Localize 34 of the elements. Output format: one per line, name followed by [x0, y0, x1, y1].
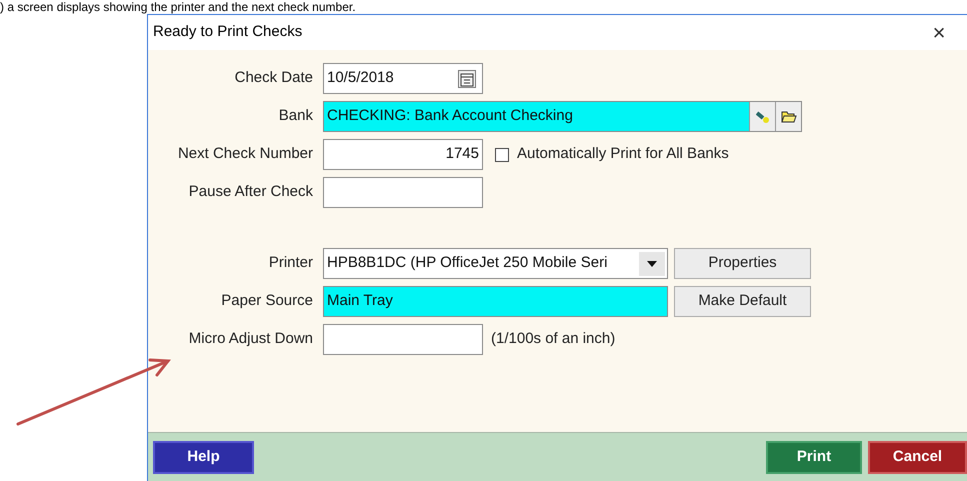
caret-icon[interactable] — [639, 252, 665, 276]
field-value: 1745 — [444, 144, 480, 164]
push-button[interactable]: Properties — [674, 248, 811, 279]
field-label: Printer — [268, 253, 314, 274]
input-field[interactable]: Main Tray — [323, 286, 668, 317]
field-value: CHECKING: Bank Account Checking — [326, 106, 574, 126]
field-label: Pause After Check — [188, 182, 314, 202]
input-field[interactable] — [323, 324, 483, 355]
field-label: Paper Source — [220, 291, 314, 312]
printer-dropdown[interactable]: HPB8B1DC (HP OfficeJet 250 Mobile Seri — [323, 248, 668, 279]
cancel-button[interactable]: Cancel — [868, 440, 967, 474]
close-button[interactable]: × — [927, 22, 951, 44]
flashlight-icon[interactable] — [749, 102, 775, 131]
window-title: Ready to Print Checks — [153, 22, 302, 42]
hint-text: (1/100s of an inch) — [491, 329, 616, 350]
field-label: Check Date — [234, 68, 314, 88]
checkbox-label: Automatically Print for All Banks — [517, 144, 729, 164]
calendar-icon[interactable] — [458, 70, 476, 88]
input-field[interactable]: CHECKING: Bank Account Checking — [323, 101, 802, 132]
field-label: Micro Adjust Down — [188, 329, 314, 350]
input-field[interactable]: 10/5/2018 — [323, 63, 483, 94]
field-label: Next Check Number — [176, 144, 314, 164]
input-field[interactable] — [323, 177, 483, 208]
help-button[interactable]: Help — [153, 440, 254, 474]
print-button[interactable]: Print — [766, 440, 862, 474]
caption-text: ) a screen displays showing the printer and the next check number. — [0, 0, 356, 14]
checkbox[interactable] — [495, 148, 509, 162]
push-button[interactable]: Make Default — [674, 286, 811, 317]
field-label: Bank — [278, 106, 314, 126]
field-value: Main Tray — [326, 291, 394, 312]
field-value: 10/5/2018 — [326, 68, 395, 88]
field-value: HPB8B1DC (HP OfficeJet 250 Mobile Seri — [326, 253, 608, 274]
input-field[interactable]: 1745 — [323, 139, 483, 170]
folder-icon[interactable] — [775, 102, 801, 131]
